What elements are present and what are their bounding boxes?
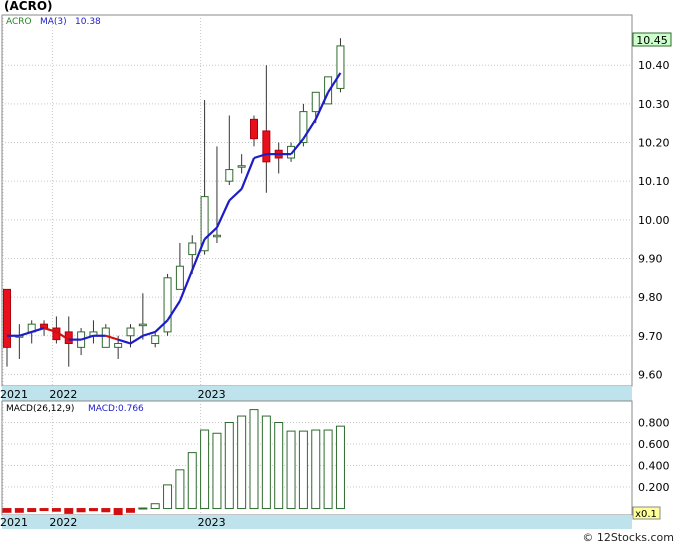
macd-bar — [323, 429, 333, 510]
macd-bar — [150, 503, 160, 510]
price-x-tick-label: 2022 — [49, 388, 77, 401]
macd-bar — [261, 415, 271, 510]
macd-bar — [224, 422, 234, 510]
candle-body — [225, 169, 234, 182]
candle-body — [188, 242, 197, 256]
macd-legend-value: MACD:0.766 — [88, 404, 144, 414]
macd-y-tick-label: 0.600 — [638, 438, 670, 451]
macd-bar — [14, 508, 24, 513]
ma-legend-value: 10.38 — [75, 17, 101, 27]
macd-y-tick-label: 0.800 — [638, 417, 670, 430]
price-panel-frame — [1, 14, 633, 387]
macd-bar — [76, 508, 86, 513]
ma-legend-label: MA(3) — [40, 17, 67, 27]
macd-bar — [237, 415, 247, 510]
macd-bar — [88, 508, 98, 512]
macd-scale-tag: x0.1 — [635, 509, 657, 520]
chart-svg: (ACRO) ACRO MA(3) 10.38 9.60 9.70 9.80 9.90… — [0, 0, 672, 529]
price-y-tick-label: 9.60 — [638, 368, 663, 381]
macd-bar — [2, 508, 12, 513]
price-legend-symbol: ACRO — [6, 17, 32, 27]
price-y-tick-label: 9.70 — [638, 330, 663, 343]
macd-bar — [51, 508, 61, 512]
price-y-tick-label: 10.30 — [638, 98, 670, 111]
macd-x-tick-label: 2021 — [0, 516, 28, 529]
candle-body — [114, 342, 123, 348]
candle-body — [262, 130, 271, 163]
price-y-tick-label: 9.80 — [638, 291, 663, 304]
macd-bar — [138, 507, 148, 510]
macd-bar — [175, 469, 185, 510]
candle-body — [237, 165, 246, 168]
macd-bar — [298, 430, 308, 510]
macd-bar — [64, 508, 74, 514]
price-x-tick-label: 2023 — [198, 388, 226, 401]
candle-body — [175, 265, 184, 290]
macd-x-tick-label: 2023 — [198, 516, 226, 529]
macd-bar — [39, 508, 49, 512]
macd-y-tick-label: 0.200 — [638, 481, 670, 494]
macd-bar — [113, 508, 123, 516]
macd-bar — [249, 409, 259, 510]
footer-credit: © 12Stocks.com — [582, 531, 674, 544]
macd-bar — [286, 430, 296, 510]
macd-bar — [274, 422, 284, 510]
price-y-tick-label: 9.90 — [638, 252, 663, 265]
candle-body — [212, 234, 221, 238]
macd-bar — [126, 508, 135, 513]
price-x-axis-band — [2, 386, 632, 401]
candle-body — [40, 323, 49, 329]
price-x-tick-label: 2021 — [0, 388, 28, 401]
macd-x-tick-label: 2022 — [49, 516, 77, 529]
candle-body — [250, 118, 258, 140]
candle-body — [151, 335, 160, 344]
candle-body — [336, 45, 345, 89]
candle-body — [138, 323, 147, 327]
last-price-tag: 10.45 — [636, 34, 668, 47]
price-y-tick-label: 10.40 — [638, 59, 670, 72]
macd-y-tick-label: 0.400 — [638, 460, 670, 473]
price-y-tick-label: 10.10 — [638, 175, 670, 188]
macd-bar — [212, 432, 222, 510]
candle-body — [126, 327, 135, 337]
candle-body — [101, 327, 110, 348]
macd-legend-params: MACD(26,12,9) — [6, 404, 74, 414]
candle-body — [3, 288, 11, 348]
stock-chart: (ACRO) ACRO MA(3) 10.38 9.60 9.70 9.80 9.90… — [0, 0, 680, 546]
macd-bar — [163, 484, 173, 510]
macd-bar — [187, 452, 197, 510]
price-y-axis: 9.60 9.70 9.80 9.90 10.00 10.10 10.20 10.30 10.4… — [638, 59, 670, 381]
price-y-tick-label: 10.20 — [638, 137, 670, 150]
macd-bar — [335, 425, 345, 510]
macd-bar — [27, 508, 37, 513]
chart-title: (ACRO) — [4, 0, 53, 13]
macd-x-axis-band — [2, 515, 632, 529]
macd-y-axis: 0.200 0.400 0.600 0.800 — [638, 417, 670, 495]
macd-bar — [101, 508, 111, 513]
macd-bar — [311, 429, 321, 510]
macd-bar — [200, 429, 210, 510]
price-y-tick-label: 10.00 — [638, 214, 670, 227]
candle-body — [311, 91, 320, 113]
